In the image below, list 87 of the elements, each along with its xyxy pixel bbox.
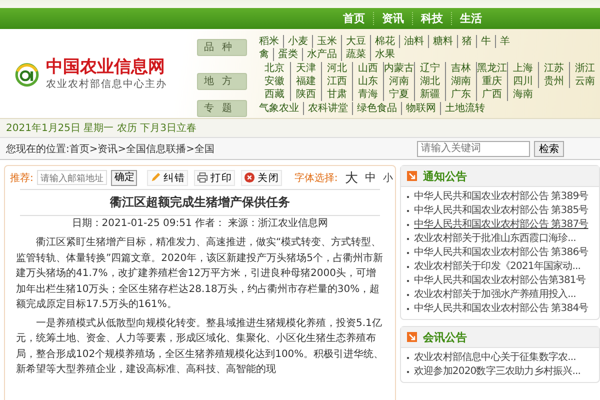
menu-link[interactable]: 吉林 (445, 62, 476, 74)
menu-link[interactable]: 青海 (352, 88, 383, 100)
menu-link[interactable]: 北京 (259, 62, 290, 74)
notice-link[interactable]: 中华人民共和国农业农村部公告第381号 (407, 274, 586, 288)
font-size-link[interactable]: 中 (364, 170, 376, 185)
font-size-link[interactable]: 小 (382, 170, 393, 184)
menu-link[interactable]: 甘肃 (321, 88, 352, 100)
menu-link[interactable]: 绿色食品 (352, 102, 401, 115)
menu-link[interactable]: 内蒙古 (383, 62, 414, 74)
article-paragraph: 一是养殖模式从低散型向规模化转变。整县域推进生猪规模化养殖，投资5.1亿元，统筹土地、资金、人力等要素，形成区域化、集聚化、小区化生猪生态养殖布局，整合形成102个规模养殖场，全区生猪养殖规模化达到100%。积极引进华统、新希望等大型养殖企业，建设高标准、高科技、高智能的现 (16, 316, 384, 377)
menu-link[interactable]: 河北 (321, 62, 352, 74)
menu-link[interactable]: 牛 (476, 34, 495, 48)
notice-link[interactable]: 中华人民共和国农业农村部公告 第385号 (407, 204, 588, 218)
menu-link[interactable]: 安徽 (259, 74, 290, 88)
search-button[interactable]: 检索 (534, 140, 564, 156)
print-button[interactable]: 打印 (194, 170, 236, 186)
menu-link[interactable]: 蔬菜 (341, 48, 370, 60)
font-size-label: 字体选择: (294, 172, 338, 184)
menu-link[interactable]: 山东 (352, 74, 383, 88)
menu-link[interactable]: 宁夏 (383, 88, 414, 100)
menu-link[interactable]: 陕西 (290, 88, 321, 100)
menu-link[interactable]: 海南 (507, 88, 538, 100)
menu-link[interactable]: 羊 (495, 34, 514, 48)
notice-link[interactable]: 农业农村部关于批准山东西霞口海珍... (407, 232, 576, 246)
menu-link[interactable]: 棉花 (370, 34, 399, 48)
menu-link[interactable]: 山西 (352, 62, 383, 74)
confirm-button[interactable]: 确定 (111, 170, 138, 186)
menu-link[interactable]: 农科讲堂 (303, 102, 352, 115)
notice-link[interactable]: 中华人民共和国农业农村部公告 第384号 (407, 302, 588, 316)
article-meta: 日期：2021-01-25 09:51 作者： 来源：浙江农业信息网 (70, 216, 330, 231)
menu-link[interactable]: 蛋类 (273, 48, 302, 60)
menu-group-button[interactable]: 品种 (197, 39, 247, 56)
notice-link[interactable]: 中华人民共和国农业农村部公告 第386号 (407, 246, 588, 260)
email-field[interactable]: 请输入邮箱地址 (37, 170, 108, 185)
menu-link[interactable]: 贵州 (538, 74, 569, 88)
site-name: 中国农业信息网 (46, 56, 166, 76)
menu-link[interactable]: 气象农业 (259, 102, 303, 115)
menu-link[interactable]: 广东 (445, 88, 476, 100)
menu-link[interactable]: 上海 (507, 62, 538, 74)
menu-link[interactable]: 西藏 (259, 88, 290, 100)
menu-link[interactable]: 云南 (569, 74, 600, 88)
notice-link[interactable]: 中华人民共和国农业农村部公告 第387号 (407, 218, 588, 232)
menu-link[interactable]: 重庆 (476, 74, 507, 88)
menu-link[interactable]: 天津 (290, 62, 321, 74)
menu-link[interactable]: 小麦 (283, 34, 312, 48)
panel-title: 会讯公告 (423, 330, 467, 344)
menu-link[interactable]: 糖料 (428, 34, 457, 48)
recommend-label: 推荐: (10, 172, 34, 184)
menu-link[interactable]: 湖南 (445, 74, 476, 88)
notice-link[interactable]: 中华人民共和国农业农村部公告 第389号 (407, 190, 588, 204)
article-title: 衢江区超额完成生猪增产保供任务 (108, 194, 291, 211)
panel-title: 通知公告 (423, 168, 467, 184)
article-paragraph: 衢江区紧盯生猪增产目标，精准发力、高速推进，做实“模式转变、方式转型、监管转轨、体量转换”四篇文章。2020年，该区新建投产万头猪场5个，占衢州市新建万头猪场的41.7%，改扩建养殖栏舍12万平方米，引进良种母猪2000头，可增加年出栏生猪10万头；全区生猪存栏达28.18万头，约占衢州市存栏量的30%，超额完成原定目标17.5万头的161%。 (16, 236, 384, 312)
site-tagline: 农业农村部信息中心主办 (46, 78, 167, 90)
menu-group-button[interactable]: 专题 (197, 100, 247, 117)
notice-link[interactable]: 农业农村部信息中心关于征集数字农... (407, 351, 576, 365)
menu-link[interactable]: 水产品 (302, 48, 341, 60)
font-size-link[interactable]: 大 (344, 168, 358, 186)
menu-link[interactable]: 猪 (457, 34, 476, 48)
date-text: 2021年1月25日 星期一 农历 下月3日立春 (6, 122, 196, 135)
menu-group-button[interactable]: 地方 (197, 72, 247, 90)
menu-link[interactable]: 禽 (259, 48, 273, 60)
edit-button[interactable]: 纠错 (147, 170, 188, 186)
menu-link[interactable]: 辽宁 (414, 62, 445, 74)
menu-link[interactable]: 玉米 (312, 34, 341, 48)
search-field[interactable]: 请输入关键词 (417, 140, 530, 156)
menu-link[interactable]: 湖北 (414, 74, 445, 88)
menu-link[interactable]: 油料 (399, 34, 428, 48)
notice-link[interactable]: 农业农村部关于加强水产养殖用投入... (407, 288, 576, 302)
notice-link[interactable]: 农业农村部关于印发《2021年国家动... (407, 260, 581, 274)
menu-link[interactable]: 河南 (383, 74, 414, 88)
breadcrumb: 您现在的位置:首页>资讯>全国信息联播>全国 (6, 142, 215, 156)
close-button[interactable]: 关闭 (241, 170, 282, 186)
menu-link[interactable]: 土地流转 (440, 102, 489, 115)
menu-link[interactable]: 稻米 (259, 34, 283, 48)
menu-link[interactable]: 水果 (370, 48, 399, 60)
menu-link[interactable]: 浙江 (569, 62, 600, 74)
menu-link[interactable]: 江西 (321, 74, 352, 88)
menu-link[interactable]: 大豆 (341, 34, 370, 48)
menu-link[interactable]: 新疆 (414, 88, 445, 100)
menu-link[interactable]: 福建 (290, 74, 321, 88)
menu-link[interactable]: 物联网 (401, 102, 440, 115)
menu-link[interactable]: 黑龙江 (476, 62, 507, 74)
menu-link[interactable]: 广西 (476, 88, 507, 100)
menu-link[interactable]: 江苏 (538, 62, 569, 74)
menu-link[interactable]: 四川 (507, 74, 538, 88)
notice-link[interactable]: 欢迎参加2020数字三农助力乡村振兴... (407, 365, 581, 379)
